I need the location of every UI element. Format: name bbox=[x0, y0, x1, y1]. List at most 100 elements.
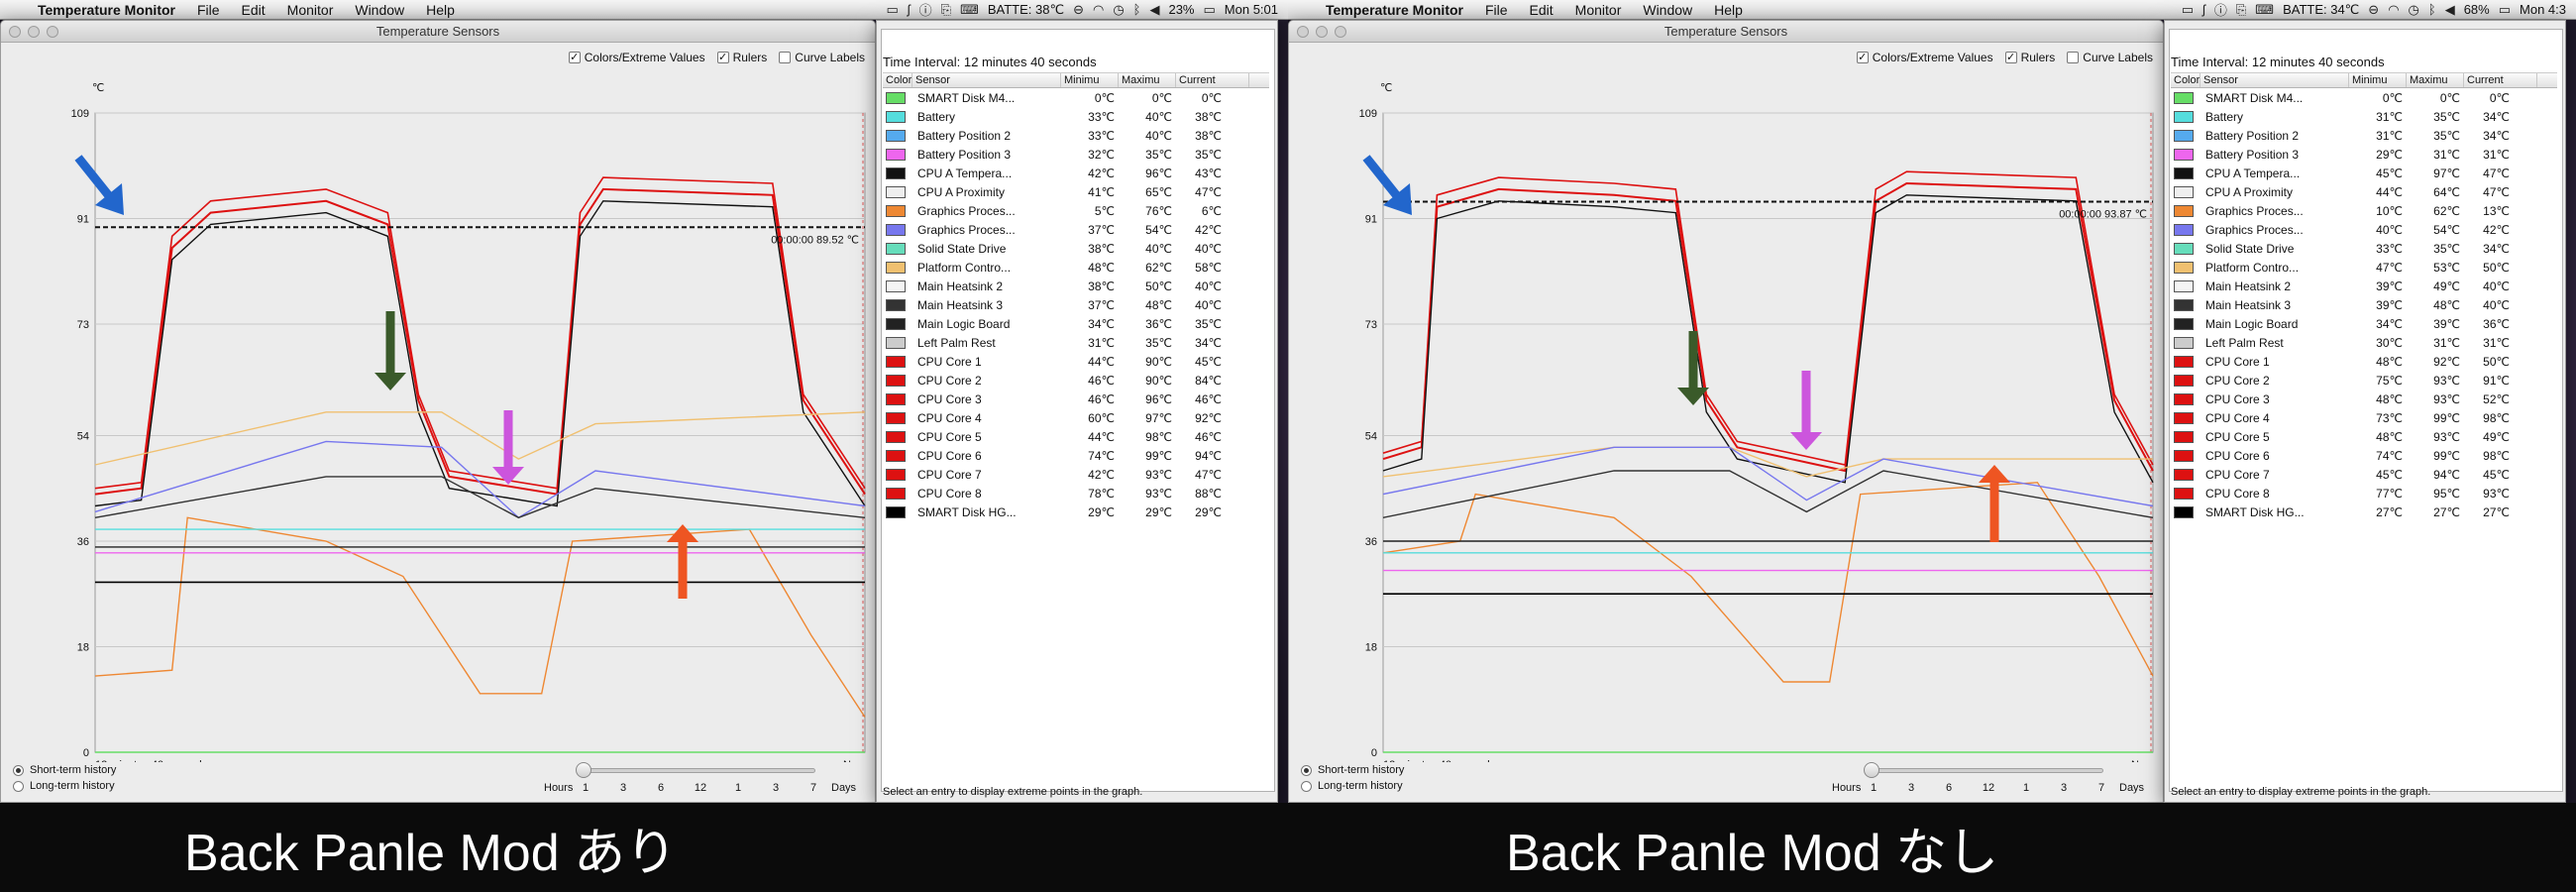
menu-app-name[interactable]: Temperature Monitor bbox=[1326, 2, 1463, 18]
menu-monitor[interactable]: Monitor bbox=[1575, 2, 1622, 18]
color-swatch[interactable] bbox=[2174, 430, 2194, 443]
color-swatch[interactable] bbox=[886, 223, 906, 236]
sensor-color-cell[interactable] bbox=[2171, 411, 2200, 424]
sensor-color-cell[interactable] bbox=[883, 505, 912, 518]
sensor-row[interactable]: CPU Core 1 44℃ 90℃ 45℃ bbox=[883, 352, 1269, 371]
wifi-icon[interactable]: ◠ bbox=[1093, 2, 1104, 18]
color-swatch[interactable] bbox=[2174, 336, 2194, 349]
time-machine-icon[interactable]: ◷ bbox=[1113, 2, 1124, 18]
sensor-color-cell[interactable] bbox=[2171, 242, 2200, 255]
color-swatch[interactable] bbox=[2174, 411, 2194, 424]
color-swatch[interactable] bbox=[886, 185, 906, 198]
color-swatch[interactable] bbox=[2174, 487, 2194, 500]
sensor-color-cell[interactable] bbox=[2171, 185, 2200, 198]
color-swatch[interactable] bbox=[2174, 355, 2194, 368]
sensor-color-cell[interactable] bbox=[883, 148, 912, 161]
sensor-row[interactable]: Main Heatsink 2 39℃ 49℃ 40℃ bbox=[2171, 277, 2557, 295]
menu-edit[interactable]: Edit bbox=[1530, 2, 1554, 18]
sensor-color-cell[interactable] bbox=[2171, 336, 2200, 349]
color-swatch[interactable] bbox=[2174, 110, 2194, 123]
sensor-row[interactable]: Left Palm Rest 31℃ 35℃ 34℃ bbox=[883, 333, 1269, 352]
bluetooth-icon[interactable]: ᛒ bbox=[1133, 2, 1141, 17]
sensor-color-cell[interactable] bbox=[883, 185, 912, 198]
do-not-disturb-icon[interactable]: ⊖ bbox=[2368, 2, 2379, 18]
option-colors-extreme[interactable]: ✓ Colors/Extreme Values bbox=[1856, 51, 1993, 64]
color-swatch[interactable] bbox=[2174, 167, 2194, 179]
sensor-color-cell[interactable] bbox=[2171, 279, 2200, 292]
option-curve-labels[interactable]: Curve Labels bbox=[779, 51, 865, 64]
sensor-color-cell[interactable] bbox=[2171, 468, 2200, 481]
color-swatch[interactable] bbox=[886, 430, 906, 443]
color-swatch[interactable] bbox=[886, 261, 906, 274]
sensor-row[interactable]: Battery 31℃ 35℃ 34℃ bbox=[2171, 107, 2557, 126]
sensor-row[interactable]: Main Logic Board 34℃ 36℃ 35℃ bbox=[883, 314, 1269, 333]
monitor-icon[interactable]: ▭ bbox=[886, 2, 898, 18]
col-sensor[interactable]: Sensor bbox=[2200, 73, 2349, 87]
radio-unselected[interactable] bbox=[1301, 780, 1312, 792]
sensor-color-cell[interactable] bbox=[883, 374, 912, 387]
plot-area[interactable] bbox=[1382, 112, 2154, 753]
color-swatch[interactable] bbox=[2174, 505, 2194, 518]
sensor-color-cell[interactable] bbox=[2171, 223, 2200, 236]
sensor-row[interactable]: CPU Core 8 78℃ 93℃ 88℃ bbox=[883, 484, 1269, 502]
sensor-color-cell[interactable] bbox=[2171, 392, 2200, 405]
sensor-row[interactable]: CPU Core 5 48℃ 93℃ 49℃ bbox=[2171, 427, 2557, 446]
col-maximum[interactable]: Maximu bbox=[1119, 73, 1176, 87]
titlebar[interactable]: Temperature Sensors bbox=[1, 21, 875, 43]
menu-app-name[interactable]: Temperature Monitor bbox=[38, 2, 175, 18]
battery-icon[interactable]: ▭ bbox=[1204, 2, 1216, 18]
sensor-row[interactable]: Graphics Proces... 37℃ 54℃ 42℃ bbox=[883, 220, 1269, 239]
color-swatch[interactable] bbox=[886, 411, 906, 424]
sensor-color-cell[interactable] bbox=[883, 129, 912, 142]
sensor-color-cell[interactable] bbox=[2171, 129, 2200, 142]
keyboard-icon[interactable]: ⌨ bbox=[2255, 2, 2274, 18]
radio-long-term[interactable]: Long-term history bbox=[1301, 778, 1404, 794]
sensor-color-cell[interactable] bbox=[2171, 148, 2200, 161]
option-colors-extreme[interactable]: ✓ Colors/Extreme Values bbox=[568, 51, 705, 64]
sensor-row[interactable]: Left Palm Rest 30℃ 31℃ 31℃ bbox=[2171, 333, 2557, 352]
color-swatch[interactable] bbox=[886, 110, 906, 123]
menu-window[interactable]: Window bbox=[1643, 2, 1692, 18]
sensor-row[interactable]: Main Heatsink 2 38℃ 50℃ 40℃ bbox=[883, 277, 1269, 295]
color-swatch[interactable] bbox=[886, 298, 906, 311]
battery-icon[interactable]: ▭ bbox=[2499, 2, 2511, 18]
sensor-color-cell[interactable] bbox=[883, 204, 912, 217]
menu-help[interactable]: Help bbox=[1714, 2, 1743, 18]
sensor-row[interactable]: CPU Core 4 73℃ 99℃ 98℃ bbox=[2171, 408, 2557, 427]
sensor-color-cell[interactable] bbox=[883, 411, 912, 424]
sensor-row[interactable]: Battery Position 3 32℃ 35℃ 35℃ bbox=[883, 145, 1269, 164]
sensor-row[interactable]: Main Logic Board 34℃ 39℃ 36℃ bbox=[2171, 314, 2557, 333]
sensor-color-cell[interactable] bbox=[883, 392, 912, 405]
option-rulers[interactable]: ✓ Rulers bbox=[2004, 51, 2055, 64]
check-icon[interactable]: ✓ bbox=[716, 52, 729, 63]
script-icon[interactable]: ʃ bbox=[2202, 2, 2205, 17]
clock[interactable]: Mon 4:3 bbox=[2520, 2, 2566, 17]
color-swatch[interactable] bbox=[2174, 392, 2194, 405]
sensor-color-cell[interactable] bbox=[2171, 167, 2200, 179]
sensor-row[interactable]: CPU Core 7 42℃ 93℃ 47℃ bbox=[883, 465, 1269, 484]
history-slider-knob[interactable] bbox=[1864, 762, 1879, 778]
sensor-row[interactable]: CPU A Proximity 41℃ 65℃ 47℃ bbox=[883, 182, 1269, 201]
option-rulers[interactable]: ✓ Rulers bbox=[716, 51, 767, 64]
plot-area[interactable] bbox=[94, 112, 866, 753]
color-swatch[interactable] bbox=[886, 242, 906, 255]
sensor-color-cell[interactable] bbox=[2171, 505, 2200, 518]
color-swatch[interactable] bbox=[886, 336, 906, 349]
col-current[interactable]: Current bbox=[2464, 73, 2537, 87]
info-icon[interactable]: ⓘ bbox=[2214, 0, 2227, 19]
sensor-color-cell[interactable] bbox=[883, 279, 912, 292]
option-curve-labels[interactable]: Curve Labels bbox=[2067, 51, 2153, 64]
color-swatch[interactable] bbox=[886, 279, 906, 292]
sync-icon[interactable]: ⎘ bbox=[2236, 2, 2246, 18]
sensor-color-cell[interactable] bbox=[2171, 449, 2200, 462]
color-swatch[interactable] bbox=[2174, 279, 2194, 292]
sensor-color-cell[interactable] bbox=[2171, 430, 2200, 443]
battery-temp-status[interactable]: BATTE: 34℃ bbox=[2283, 2, 2359, 18]
radio-selected[interactable] bbox=[1301, 764, 1312, 776]
col-minimum[interactable]: Minimu bbox=[1061, 73, 1119, 87]
sensor-row[interactable]: Battery Position 3 29℃ 31℃ 31℃ bbox=[2171, 145, 2557, 164]
color-swatch[interactable] bbox=[886, 468, 906, 481]
sensor-color-cell[interactable] bbox=[2171, 374, 2200, 387]
col-sensor[interactable]: Sensor bbox=[912, 73, 1061, 87]
sensor-color-cell[interactable] bbox=[883, 261, 912, 274]
